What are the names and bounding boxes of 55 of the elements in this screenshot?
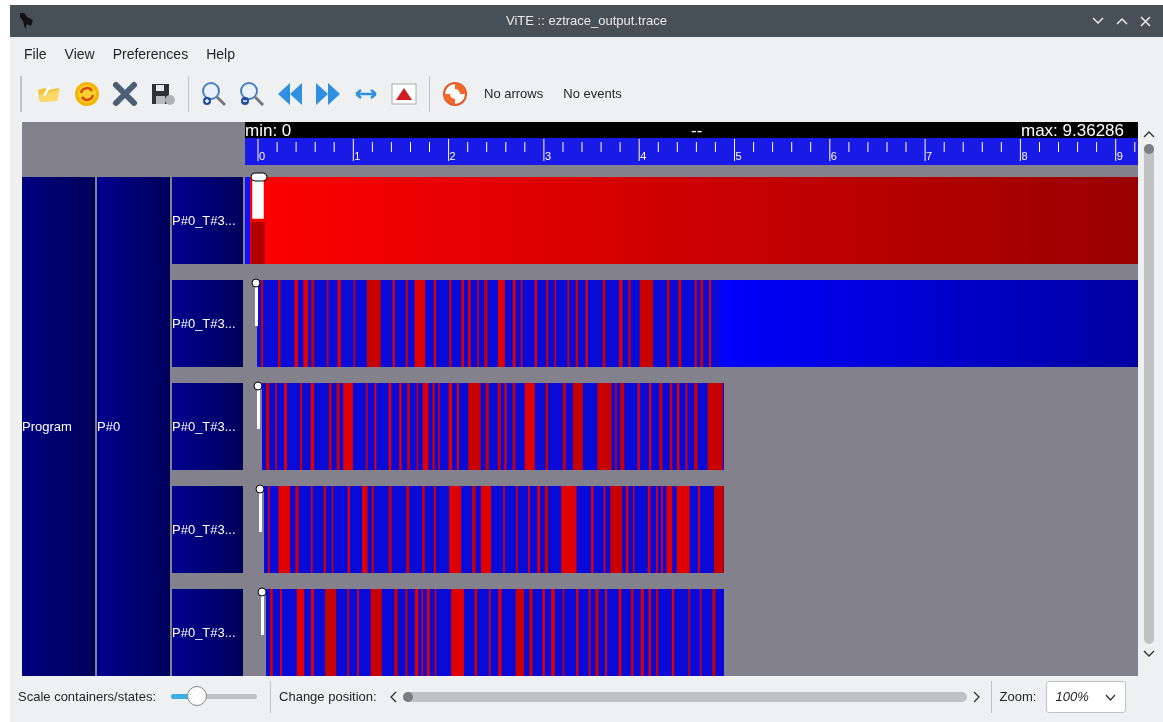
max-label: max: 9.36286 (1021, 122, 1124, 139)
scroll-up-icon[interactable] (1143, 130, 1155, 138)
slider-thumb[interactable] (186, 686, 207, 706)
app-icon (18, 12, 36, 30)
reload-icon (73, 80, 101, 108)
vertical-scrollbar[interactable] (1144, 144, 1154, 644)
center-label: -- (691, 122, 703, 139)
container-label: P#0_T#3... (172, 280, 243, 367)
container-label: P#0 (97, 177, 170, 676)
menu-item[interactable]: View (56, 40, 103, 68)
toolbar-label: No arrows (483, 85, 545, 104)
tick-label: 4 (640, 151, 647, 162)
container-label: P#0_T#3... (172, 177, 243, 264)
tick-label: 8 (1021, 151, 1028, 162)
cross-icon (111, 80, 139, 108)
zoom-combobox[interactable]: 100% (1046, 681, 1127, 713)
event-marker (250, 172, 268, 220)
tick-label: 9 (1116, 151, 1123, 162)
minimize-icon[interactable] (1092, 17, 1104, 25)
event-marker (253, 381, 263, 429)
tick-label: 2 (449, 151, 456, 162)
zoom-label: Zoom: (999, 688, 1037, 707)
event-marker (251, 278, 261, 326)
menu-item[interactable]: File (16, 40, 55, 68)
zoom-out-icon (238, 80, 266, 108)
window-title: ViTE :: eztrace_output.trace (506, 12, 667, 31)
tick-label: 0 (259, 151, 266, 162)
toolbar-label: No events (562, 85, 623, 104)
tick-label: 3 (544, 151, 551, 162)
position-scrollbar[interactable] (402, 692, 967, 702)
dropdown-icon (1104, 693, 1116, 701)
tick-label: 6 (830, 151, 837, 162)
container-label: P#0_T#3... (172, 589, 243, 676)
scroll-down-icon[interactable] (1143, 650, 1155, 658)
lifebuoy-icon (441, 80, 469, 108)
tick-label: 7 (926, 151, 933, 162)
container-label: P#0_T#3... (172, 383, 243, 470)
menu-item[interactable]: Help (198, 40, 243, 68)
event-marker (257, 587, 267, 635)
tick-label: 5 (735, 151, 742, 162)
scroll-right-icon[interactable] (972, 691, 981, 703)
tick-label: 1 (354, 151, 361, 162)
container-label: P#0_T#3... (172, 486, 243, 573)
close-icon[interactable] (1140, 15, 1151, 27)
event-marker (255, 484, 265, 532)
rewind-icon (276, 80, 304, 108)
menu-item[interactable]: Preferences (104, 40, 197, 68)
slider-label: Change position: (279, 688, 377, 707)
container-label: Program (22, 177, 95, 676)
min-label: min: 0 (245, 122, 292, 139)
fast-forward-icon (314, 80, 342, 108)
maximize-icon[interactable] (1116, 17, 1128, 25)
zoom-in-icon (200, 80, 228, 108)
slider-label: Scale containers/states: (18, 688, 157, 707)
scroll-left-icon[interactable] (388, 691, 397, 703)
